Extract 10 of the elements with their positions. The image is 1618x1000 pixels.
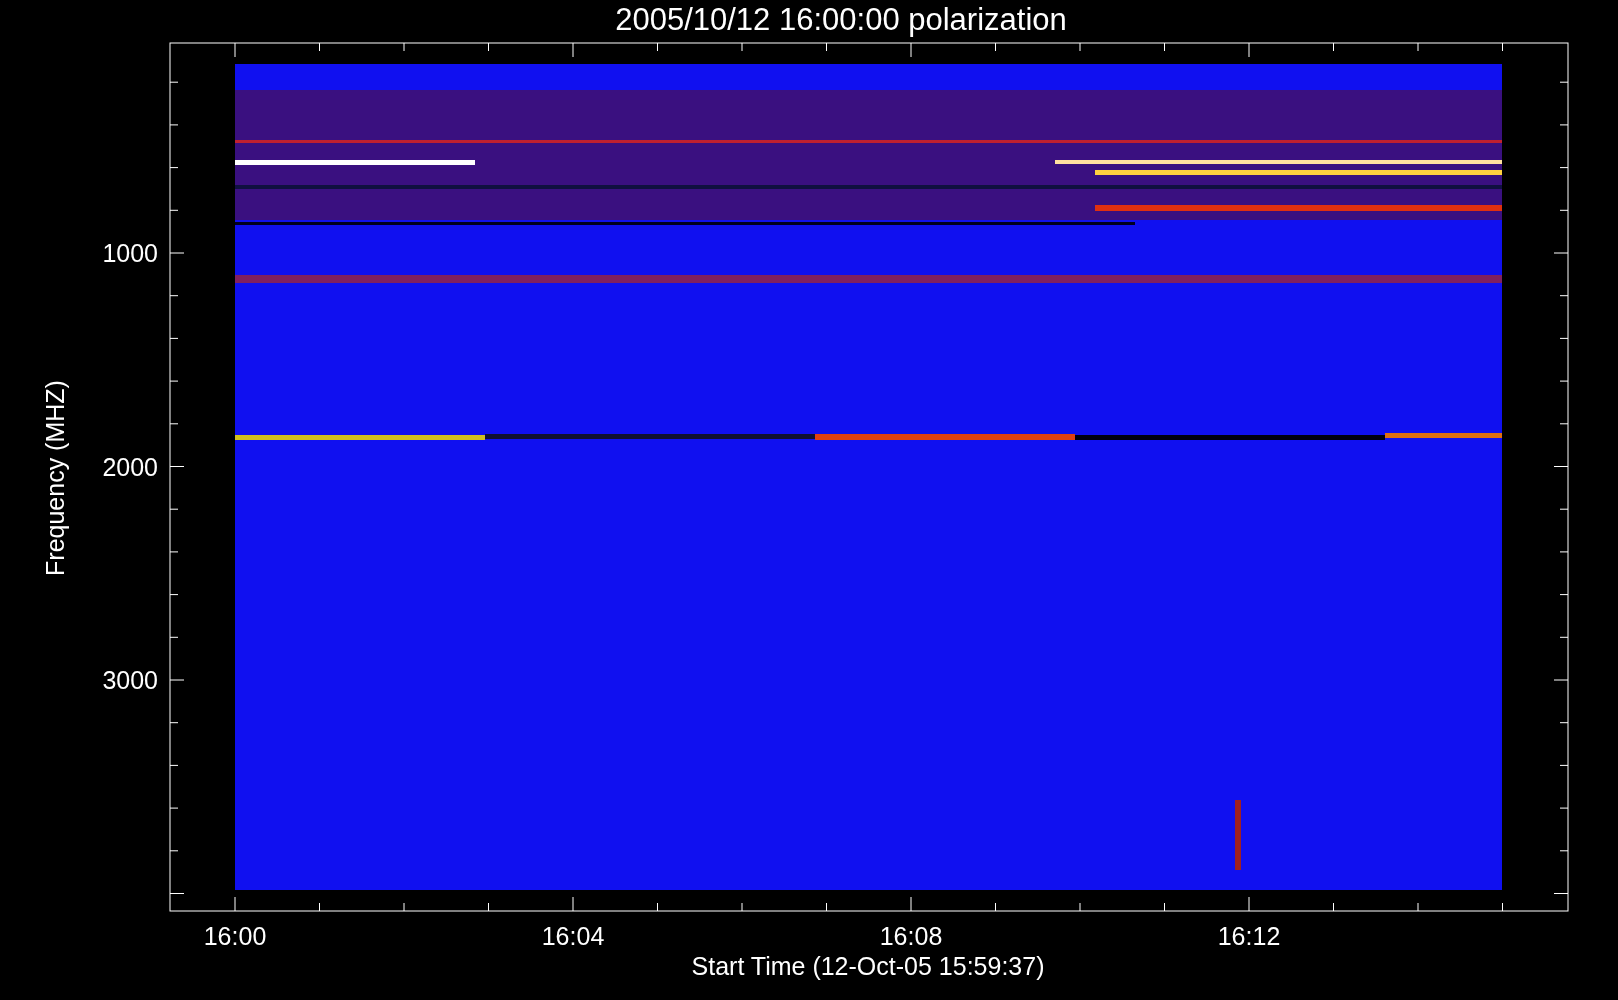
x-tick-label: 16:04 (541, 922, 605, 950)
x-tick-label: 16:08 (879, 922, 943, 950)
chart-title: 2005/10/12 16:00:00 polarization (615, 2, 1067, 37)
y-tick-label: 3000 (102, 666, 158, 694)
x-tick-label: 16:00 (203, 922, 267, 950)
y-tick-label: 2000 (102, 452, 158, 481)
y-tick-label: 1000 (102, 239, 158, 267)
x-tick-label: 16:12 (1217, 922, 1281, 950)
y-axis-label: Frequency (MHZ) (41, 380, 69, 576)
x-axis-label: Start Time (12-Oct-05 15:59:37) (691, 952, 1045, 980)
